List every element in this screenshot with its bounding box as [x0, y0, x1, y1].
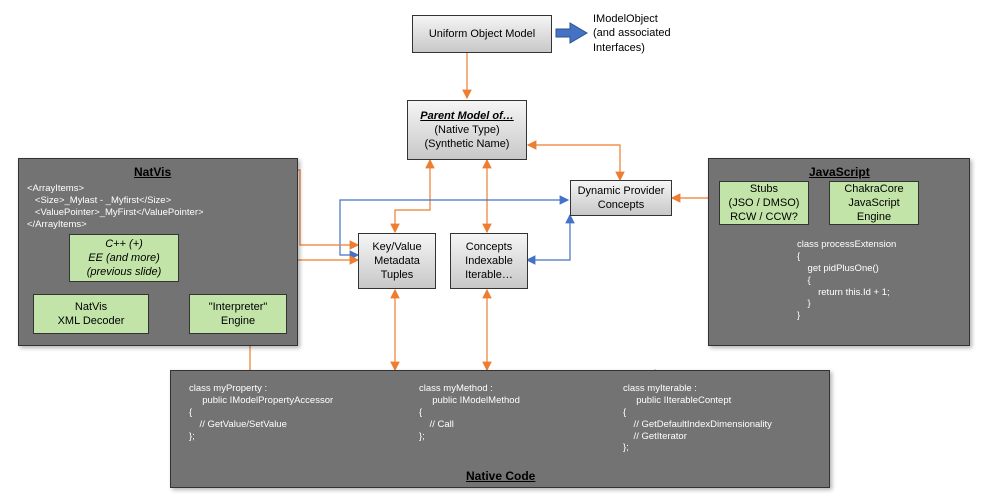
natvis-code: <ArrayItems> <Size>_Mylast - _Myfirst</S… [27, 183, 204, 231]
javascript-title: JavaScript [809, 165, 870, 179]
native-method-code: class myMethod : public IModelMethod { /… [419, 383, 520, 442]
js-code: class processExtension { get pidPlusOne(… [797, 239, 896, 322]
natvis-panel: NatVis <ArrayItems> <Size>_Mylast - _Myf… [18, 158, 298, 346]
imodelobject-note: IModelObject (and associated Interfaces) [593, 12, 671, 55]
parent-model-box: Parent Model of… (Native Type) (Syntheti… [407, 100, 527, 160]
interpreter-engine-box: "Interpreter" Engine [189, 294, 287, 334]
natvis-title: NatVis [134, 165, 171, 179]
concepts-box: Concepts Indexable Iterable… [450, 233, 528, 289]
cpp-ee-box: C++ (+) EE (and more) (previous slide) [69, 234, 179, 282]
chakracore-box: ChakraCore JavaScript Engine [829, 181, 919, 225]
uniform-object-model-box: Uniform Object Model [412, 15, 552, 53]
dynamic-provider-concepts-box: Dynamic Provider Concepts [570, 180, 672, 216]
stubs-box: Stubs (JSO / DMSO) RCW / CCW? [719, 181, 809, 225]
native-iter-code: class myIterable : public IIterableConte… [623, 383, 772, 454]
uniform-object-model-label: Uniform Object Model [429, 27, 535, 41]
natvis-xml-decoder-box: NatVis XML Decoder [33, 294, 149, 334]
javascript-panel: JavaScript Stubs (JSO / DMSO) RCW / CCW?… [708, 158, 970, 346]
parent-model-title: Parent Model of… [420, 109, 514, 123]
native-code-title: Native Code [466, 469, 535, 483]
native-prop-code: class myProperty : public IModelProperty… [189, 383, 333, 442]
keyvalue-box: Key/Value Metadata Tuples [358, 233, 436, 289]
native-code-panel: class myProperty : public IModelProperty… [170, 370, 830, 488]
